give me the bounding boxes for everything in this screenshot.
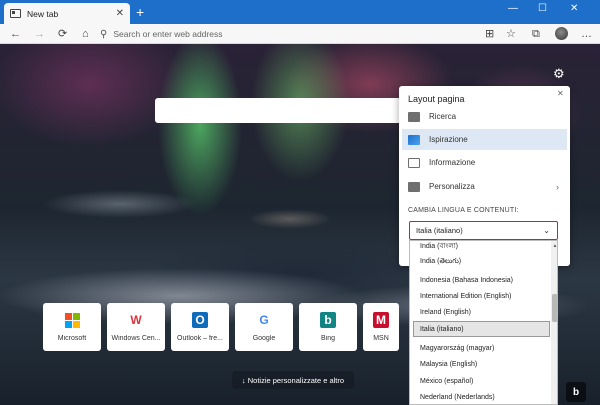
language-option[interactable]: Magyarország (magyar) xyxy=(417,340,547,356)
chevron-down-icon: ⌄ xyxy=(543,226,550,235)
home-button[interactable]: ⌂ xyxy=(82,27,89,41)
google-icon: G xyxy=(259,313,269,327)
layout-option-focused[interactable]: Ricerca xyxy=(402,106,567,127)
close-window-button[interactable]: ✕ xyxy=(570,3,578,14)
language-select[interactable]: Italia (italiano) ⌄ xyxy=(409,221,558,240)
language-select-value: Italia (italiano) xyxy=(416,226,463,235)
panel-title: Layout pagina xyxy=(408,94,465,104)
quick-link-windows-central[interactable]: W Windows Cen... xyxy=(107,303,165,351)
layout-option-label: Informazione xyxy=(429,158,476,167)
close-icon[interactable]: ✕ xyxy=(557,89,564,98)
tab-close-icon[interactable]: ✕ xyxy=(116,8,124,19)
personalized-news-button[interactable]: ↓ Notizie personalizzate e altro xyxy=(232,371,354,389)
minimize-button[interactable]: — xyxy=(508,3,518,14)
language-option-selected[interactable]: Italia (italiano) xyxy=(413,321,550,337)
language-list-scrollbar[interactable]: ▲ xyxy=(551,241,557,404)
favorite-star-icon[interactable]: ☆ xyxy=(506,27,516,41)
tab-page-icon xyxy=(10,9,21,18)
new-tab-button[interactable]: + xyxy=(136,5,144,19)
back-button[interactable]: ← xyxy=(10,27,21,41)
search-icon: ⚲ xyxy=(100,28,108,40)
address-bar[interactable]: ⚲ Search or enter web address xyxy=(100,26,520,42)
quick-link-msn[interactable]: M MSN xyxy=(363,303,399,351)
layout-option-label: Personalizza xyxy=(429,182,475,191)
address-placeholder[interactable]: Search or enter web address xyxy=(113,29,222,39)
layout-option-informational[interactable]: Informazione xyxy=(402,152,567,173)
layout-option-inspirational[interactable]: Ispirazione xyxy=(402,129,567,150)
outlook-icon: O xyxy=(192,312,208,328)
navigation-bar: ← → ⟳ ⌂ ⚲ Search or enter web address ⊞ … xyxy=(0,24,600,44)
profile-avatar[interactable] xyxy=(555,27,568,40)
quick-link-google[interactable]: G Google xyxy=(235,303,293,351)
scroll-up-icon[interactable]: ▲ xyxy=(551,243,557,249)
quick-link-label: Microsoft xyxy=(57,335,87,342)
language-dropdown-list: India (বাংলা) India (తెలుగు) Indonesia (… xyxy=(409,240,558,405)
bing-icon: b xyxy=(320,312,336,328)
language-option[interactable]: Ireland (English) xyxy=(417,304,547,320)
layout-option-label: Ricerca xyxy=(429,112,457,121)
quick-link-bing[interactable]: b Bing xyxy=(299,303,357,351)
language-option[interactable]: International Edition (English) xyxy=(417,288,547,304)
language-option[interactable]: Malaysia (English) xyxy=(417,356,547,372)
quick-link-outlook[interactable]: O Outlook – fre... xyxy=(171,303,229,351)
forward-button[interactable]: → xyxy=(34,27,45,41)
read-aloud-icon[interactable]: ⊞ xyxy=(485,27,494,41)
msn-icon: M xyxy=(373,312,389,328)
more-menu-icon[interactable]: … xyxy=(581,27,592,41)
language-option[interactable]: India (বাংলা) xyxy=(417,241,547,254)
layout-informational-icon xyxy=(408,157,420,168)
quick-link-label: Google xyxy=(252,335,276,342)
microsoft-logo-icon xyxy=(64,312,80,328)
title-bar: New tab ✕ + — ☐ ✕ xyxy=(0,0,600,24)
quick-link-label: Outlook – fre... xyxy=(177,335,223,342)
bing-icon[interactable]: b xyxy=(566,382,586,402)
refresh-button[interactable]: ⟳ xyxy=(58,27,67,41)
quick-link-label: Bing xyxy=(320,335,335,342)
maximize-button[interactable]: ☐ xyxy=(538,3,547,14)
pencil-icon xyxy=(408,181,420,192)
quick-link-microsoft[interactable]: Microsoft xyxy=(43,303,101,351)
language-option[interactable]: India (తెలుగు) xyxy=(417,254,547,270)
gear-icon[interactable]: ⚙ xyxy=(553,66,565,82)
layout-option-custom[interactable]: Personalizza › xyxy=(402,176,567,197)
layout-focused-icon xyxy=(408,111,420,122)
tab-new-tab[interactable]: New tab ✕ xyxy=(4,3,130,24)
tab-title: New tab xyxy=(27,8,59,19)
layout-option-label: Ispirazione xyxy=(429,135,468,144)
chevron-right-icon: › xyxy=(556,181,559,192)
language-option[interactable]: México (español) xyxy=(417,373,547,389)
language-option[interactable]: Nederland (Nederlands) xyxy=(417,389,547,404)
windows-central-icon: W xyxy=(130,313,142,327)
language-option[interactable]: Indonesia (Bahasa Indonesia) xyxy=(417,272,547,288)
collections-icon[interactable]: ⧉ xyxy=(532,27,540,41)
scrollbar-thumb[interactable] xyxy=(552,294,557,322)
language-section-label: CAMBIA LINGUA E CONTENUTI: xyxy=(408,207,519,214)
quick-link-label: Windows Cen... xyxy=(111,335,161,342)
quick-link-label: MSN xyxy=(373,335,389,342)
layout-inspirational-icon xyxy=(408,134,420,145)
